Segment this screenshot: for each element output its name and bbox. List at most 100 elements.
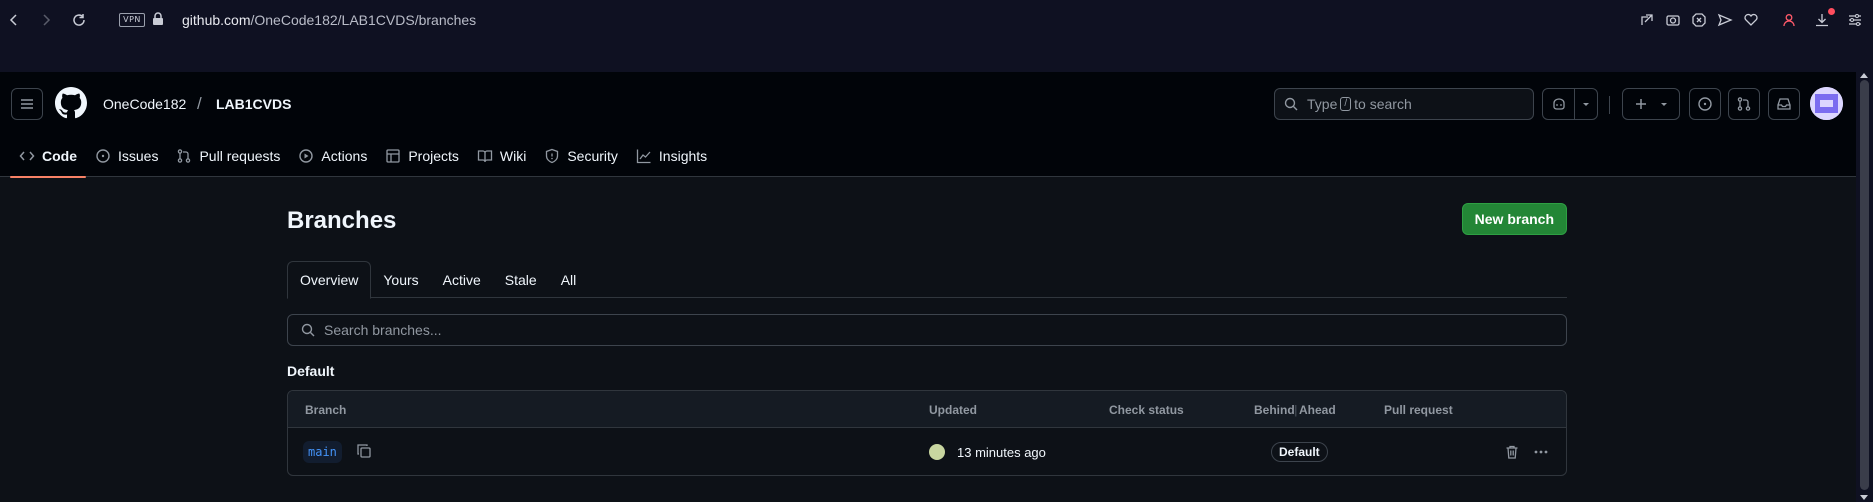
- github-logo-icon[interactable]: [55, 87, 87, 119]
- repo-tab-bar: Code Issues Pull requests Actions Projec…: [0, 135, 716, 178]
- tab-label: Wiki: [499, 148, 527, 164]
- search-prefix: Type: [1307, 96, 1338, 112]
- tab-label: Security: [567, 148, 618, 164]
- download-icon[interactable]: [1814, 12, 1830, 28]
- copilot-button[interactable]: [1542, 88, 1598, 120]
- chevron-down-icon: [1661, 103, 1667, 106]
- search-placeholder: Search branches...: [324, 322, 442, 338]
- tab-overview[interactable]: Overview: [287, 261, 372, 299]
- share-icon[interactable]: [1639, 12, 1655, 28]
- plus-icon: [1636, 99, 1646, 109]
- user-avatar[interactable]: [1810, 87, 1843, 120]
- adblock-icon[interactable]: [1691, 12, 1707, 28]
- branch-filter-tabs: Overview Yours Active Stale All: [287, 261, 1567, 299]
- column-header-updated: Updated: [929, 403, 977, 417]
- global-search-input[interactable]: Type / to search: [1274, 88, 1534, 120]
- tab-label: Actions: [321, 148, 368, 164]
- issues-button[interactable]: [1689, 88, 1721, 120]
- column-header-branch: Branch: [305, 403, 347, 417]
- tab-projects[interactable]: Projects: [376, 135, 468, 177]
- trash-icon[interactable]: [1504, 444, 1520, 460]
- default-badge: Default: [1271, 442, 1328, 462]
- section-title: Default: [287, 363, 335, 379]
- search-suffix: to search: [1354, 96, 1412, 112]
- branches-table: Branch Updated Check status Behind | Ahe…: [287, 390, 1567, 476]
- new-branch-button[interactable]: New branch: [1461, 203, 1567, 235]
- breadcrumb-repo[interactable]: LAB1CVDS: [216, 96, 291, 112]
- hamburger-icon: [21, 99, 33, 109]
- vertical-scrollbar[interactable]: [1856, 72, 1873, 502]
- kebab-menu-icon[interactable]: [1533, 444, 1549, 460]
- page-title: Branches: [287, 207, 397, 234]
- issue-opened-icon: [96, 149, 110, 163]
- chevron-down-icon[interactable]: [1575, 89, 1597, 119]
- code-icon: [19, 151, 35, 161]
- column-header-check-status: Check status: [1109, 403, 1184, 417]
- inbox-icon: [1777, 98, 1791, 110]
- inbox-button[interactable]: [1768, 88, 1800, 120]
- tab-wiki[interactable]: Wiki: [468, 135, 535, 177]
- tab-security[interactable]: Security: [535, 135, 627, 177]
- tab-stale[interactable]: Stale: [493, 261, 549, 298]
- scroll-down-arrow-icon[interactable]: [1860, 495, 1868, 500]
- notification-dot: [1828, 8, 1835, 15]
- tab-label: Insights: [658, 148, 708, 164]
- author-avatar[interactable]: [929, 444, 945, 460]
- play-icon: [299, 149, 314, 163]
- lock-icon[interactable]: [152, 12, 164, 26]
- breadcrumb-owner[interactable]: OneCode182: [103, 96, 186, 112]
- git-pull-request-icon: [178, 149, 191, 163]
- vpn-badge[interactable]: VPN: [119, 13, 145, 27]
- copy-icon[interactable]: [356, 443, 372, 459]
- breadcrumb-separator: /: [197, 94, 202, 113]
- branch-name-link[interactable]: main: [303, 441, 342, 463]
- tab-pull-requests[interactable]: Pull requests: [167, 135, 289, 177]
- search-icon: [301, 323, 315, 337]
- column-header-pull-request: Pull request: [1384, 403, 1453, 417]
- header-divider: [1609, 96, 1610, 114]
- table-row: main 13 minutes ago Default: [288, 428, 1566, 475]
- book-icon: [477, 150, 493, 163]
- send-icon[interactable]: [1717, 12, 1733, 28]
- column-header-behind: Behind: [1254, 403, 1295, 417]
- issue-opened-icon: [1698, 97, 1712, 111]
- table-icon: [386, 149, 400, 163]
- forward-icon[interactable]: [38, 12, 54, 28]
- tab-yours[interactable]: Yours: [371, 261, 430, 298]
- search-shortcut-key: /: [1340, 97, 1352, 111]
- hamburger-menu-button[interactable]: [11, 88, 43, 120]
- search-icon: [1284, 97, 1298, 111]
- tab-label: Projects: [408, 148, 459, 164]
- tab-label: Pull requests: [199, 148, 281, 164]
- updated-time: 13 minutes ago: [957, 445, 1046, 460]
- git-pull-request-icon: [1737, 97, 1751, 111]
- branch-search-input[interactable]: Search branches...: [287, 314, 1567, 346]
- heart-icon[interactable]: [1743, 12, 1759, 28]
- tab-issues[interactable]: Issues: [86, 135, 167, 177]
- tab-insights[interactable]: Insights: [627, 135, 716, 177]
- column-header-ahead: Ahead: [1299, 403, 1336, 417]
- camera-icon[interactable]: [1665, 12, 1681, 28]
- graph-icon: [636, 149, 651, 164]
- tab-code[interactable]: Code: [10, 135, 86, 178]
- menu-sliders-icon[interactable]: [1847, 12, 1863, 28]
- url-path: /OneCode182/LAB1CVDS/branches: [250, 12, 477, 28]
- copilot-icon[interactable]: [1543, 89, 1575, 119]
- address-bar[interactable]: github.com/OneCode182/LAB1CVDS/branches: [182, 12, 476, 28]
- tab-active[interactable]: Active: [431, 261, 493, 298]
- tab-label: Code: [42, 148, 77, 164]
- tab-label: Issues: [118, 148, 159, 164]
- scroll-up-arrow-icon[interactable]: [1860, 73, 1868, 78]
- back-icon[interactable]: [6, 12, 22, 28]
- url-domain: github.com: [182, 12, 251, 28]
- tab-actions[interactable]: Actions: [289, 135, 376, 177]
- reload-icon[interactable]: [71, 12, 87, 28]
- create-new-button[interactable]: [1622, 88, 1680, 120]
- tab-all[interactable]: All: [549, 261, 589, 298]
- pull-requests-button[interactable]: [1728, 88, 1760, 120]
- shield-icon: [546, 148, 559, 164]
- browser-toolbar: VPN github.com/OneCode182/LAB1CVDS/branc…: [0, 0, 1873, 72]
- scrollbar-thumb[interactable]: [1860, 80, 1869, 490]
- profile-icon[interactable]: [1781, 12, 1797, 28]
- column-header-divider: |: [1294, 403, 1298, 417]
